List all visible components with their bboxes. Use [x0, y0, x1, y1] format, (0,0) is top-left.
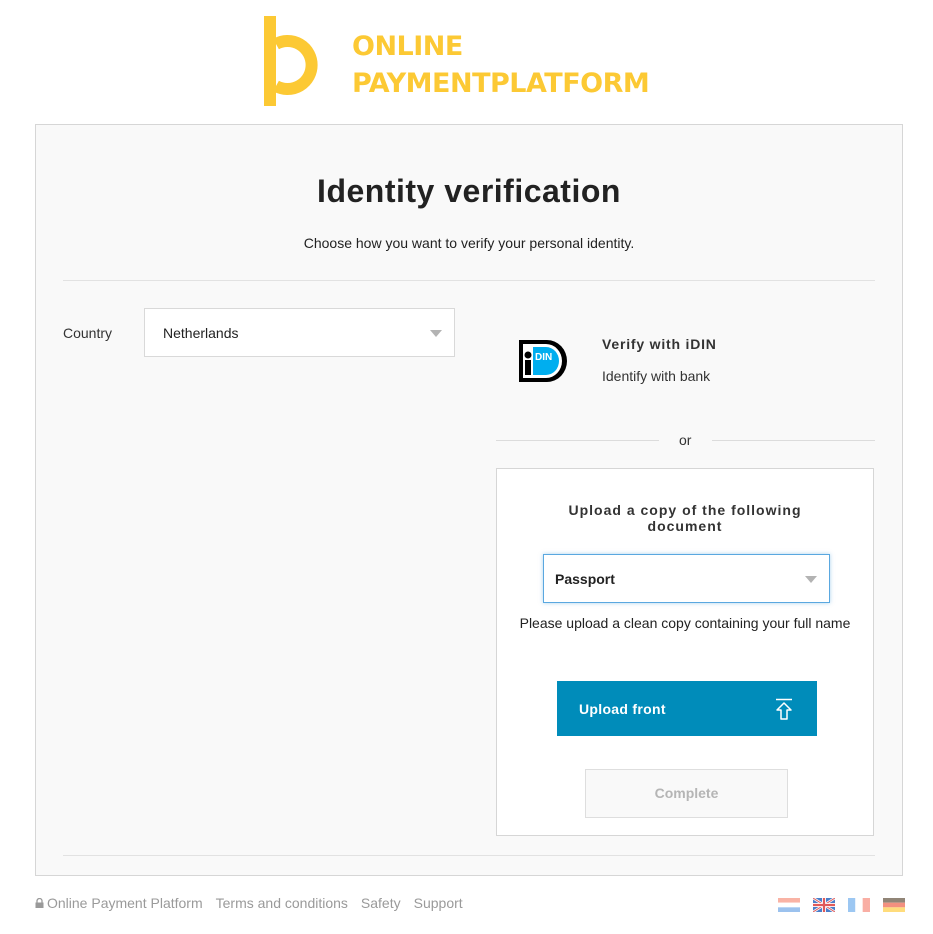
svg-text:DIN: DIN [535, 352, 552, 363]
upload-hint: Please upload a clean copy containing yo… [519, 615, 851, 631]
upload-front-button[interactable]: Upload front [557, 681, 817, 736]
footer-link-safety[interactable]: Safety [361, 895, 401, 911]
logo-b-icon [264, 16, 318, 106]
language-selector [778, 898, 905, 912]
complete-button[interactable]: Complete [585, 769, 788, 818]
brand-name: ONLINE PAYMENTPLATFORM [352, 28, 650, 102]
flag-fr-icon[interactable] [848, 898, 870, 912]
document-type-select[interactable]: Passport [543, 554, 830, 603]
idin-subtitle: Identify with bank [602, 368, 711, 384]
brand-logo: ONLINE PAYMENTPLATFORM [264, 16, 664, 106]
flag-uk-icon[interactable] [813, 898, 835, 912]
or-divider-right [712, 440, 875, 441]
flag-nl-icon[interactable] [778, 898, 800, 912]
idin-title[interactable]: Verify with iDIN [602, 336, 717, 352]
country-select[interactable]: Netherlands [144, 308, 455, 357]
country-select-value: Netherlands [163, 324, 239, 341]
country-label: Country [63, 325, 113, 341]
document-type-value: Passport [555, 570, 615, 587]
footer-link-platform-label: Online Payment Platform [47, 895, 203, 911]
divider-top [63, 280, 875, 281]
idin-logo-icon[interactable]: DIN [517, 338, 569, 384]
footer-links: Online Payment Platform Terms and condit… [35, 895, 463, 911]
brand-name-line1: ONLINE [352, 31, 463, 62]
lock-icon [35, 898, 44, 908]
footer-link-platform[interactable]: Online Payment Platform [35, 895, 203, 911]
or-divider-left [496, 440, 659, 441]
upload-icon [776, 698, 792, 720]
chevron-down-icon [805, 575, 817, 583]
footer-link-support[interactable]: Support [414, 895, 463, 911]
flag-de-icon[interactable] [883, 898, 905, 912]
upload-front-label: Upload front [579, 700, 666, 717]
chevron-down-icon [430, 329, 442, 337]
page-title: Identity verification [317, 173, 621, 209]
verification-card: Identity verification Choose how you wan… [35, 124, 903, 876]
upload-document-panel: Upload a copy of the following document … [496, 468, 874, 836]
upload-title: Upload a copy of the following document [568, 502, 802, 534]
footer-link-terms[interactable]: Terms and conditions [216, 895, 348, 911]
divider-bottom [63, 855, 875, 856]
brand-name-line2: PAYMENTPLATFORM [352, 68, 650, 99]
or-separator: or [679, 432, 692, 448]
page-subtitle: Choose how you want to verify your perso… [303, 235, 635, 251]
